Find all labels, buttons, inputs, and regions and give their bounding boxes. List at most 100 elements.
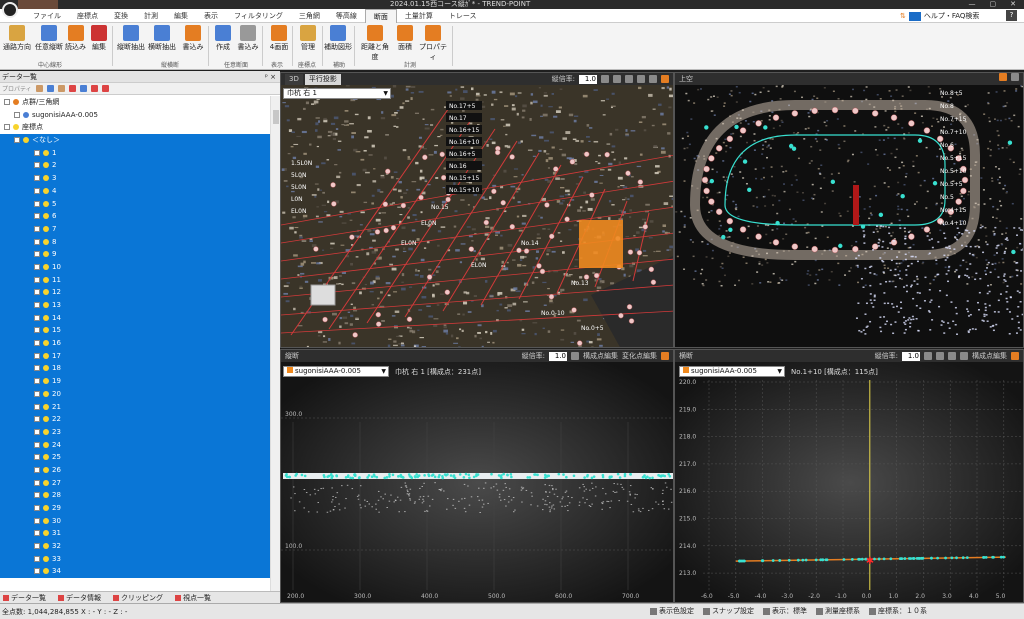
visibility-checkbox[interactable] xyxy=(34,352,40,359)
status-tool[interactable]: 表示：標準 xyxy=(763,606,807,616)
tree-point-item[interactable]: 19 xyxy=(0,375,270,388)
tree-point-item[interactable]: 26 xyxy=(0,463,270,477)
visibility-checkbox[interactable] xyxy=(34,187,40,194)
ribbon-button[interactable]: 通路方向 xyxy=(2,25,32,52)
close-button[interactable]: ✕ xyxy=(1010,0,1016,9)
menu-tab[interactable]: 等高線 xyxy=(328,9,365,23)
tree-point-item[interactable]: 17 xyxy=(0,349,270,363)
tree-point-item[interactable]: 3 xyxy=(0,172,270,185)
visibility-checkbox[interactable] xyxy=(34,479,40,486)
help-button[interactable]: ? xyxy=(1006,10,1017,21)
tree-point-item[interactable]: 5 xyxy=(0,197,270,211)
menu-tab[interactable]: 断面 xyxy=(364,9,397,23)
copy-icon[interactable] xyxy=(90,85,98,92)
tree-point-item[interactable]: 27 xyxy=(0,476,270,490)
visibility-checkbox[interactable] xyxy=(34,466,40,473)
menu-tab[interactable]: 三角網 xyxy=(291,9,328,23)
visibility-checkbox[interactable] xyxy=(34,302,40,308)
cross-section-profile[interactable]: 220.0219.0218.0217.0216.0215.0214.0213.0… xyxy=(675,362,1024,603)
home-icon[interactable] xyxy=(571,352,579,360)
move-icon[interactable] xyxy=(79,85,87,92)
ribbon-button[interactable]: 管理 xyxy=(296,25,320,52)
tree-point-item[interactable]: 4 xyxy=(0,184,270,198)
view-icon[interactable] xyxy=(613,75,621,83)
visibility-checkbox[interactable] xyxy=(34,454,40,461)
menu-tab[interactable]: 計測 xyxy=(136,9,166,23)
view-top[interactable]: 上空 No.8+5 No.8 No.7+15 No.7+10 No.6 No.5+15 No… xyxy=(674,72,1024,348)
visibility-checkbox[interactable] xyxy=(4,124,10,131)
quick-access-toolbar[interactable] xyxy=(18,0,58,9)
cross-data-select[interactable]: sugonisiAAA-0.005 ▼ xyxy=(679,366,785,377)
close-icon[interactable] xyxy=(1011,73,1019,81)
visibility-checkbox[interactable] xyxy=(34,200,40,207)
tree-point-item[interactable]: 24 xyxy=(0,438,270,452)
panel-pin-close[interactable]: ᵖ × xyxy=(265,71,276,83)
menu-tab[interactable]: 変換 xyxy=(106,9,136,23)
ribbon-button[interactable]: プロパティ xyxy=(418,25,448,62)
tree-point-item[interactable]: 11 xyxy=(0,273,270,287)
tree-pointcloud-group[interactable]: 点群/三角網 xyxy=(0,96,270,109)
help-search[interactable]: ⇅ ヘルプ・FAQ検索 xyxy=(900,11,979,21)
ribbon-button[interactable]: 距離と角度 xyxy=(358,25,392,62)
ribbon-button[interactable]: 書込み xyxy=(236,25,260,52)
vertical-scale-input[interactable]: 1.0 xyxy=(549,351,567,361)
tree-point-item[interactable]: 2 xyxy=(0,159,270,173)
scroll-thumb[interactable] xyxy=(273,110,279,124)
tree-point-item[interactable]: 7 xyxy=(0,222,270,236)
tab-3d[interactable]: 3D xyxy=(285,74,303,85)
visibility-checkbox[interactable] xyxy=(34,568,40,575)
expand-icon[interactable] xyxy=(101,85,109,92)
ribbon-button[interactable]: 読込み xyxy=(63,25,88,52)
tree-point-item[interactable]: 8 xyxy=(0,235,270,249)
visibility-checkbox[interactable] xyxy=(34,340,40,347)
visibility-checkbox[interactable] xyxy=(34,314,40,321)
visibility-checkbox[interactable] xyxy=(34,390,40,397)
station-select[interactable]: 巾杭 右 1 ▼ xyxy=(283,88,391,99)
app-logo-icon[interactable] xyxy=(2,2,18,18)
tree-coord-group[interactable]: 座標点 xyxy=(0,121,270,134)
visibility-checkbox[interactable] xyxy=(14,137,20,144)
menu-tab[interactable]: トレース xyxy=(441,9,485,23)
settings-icon[interactable] xyxy=(999,73,1007,81)
view-icon[interactable] xyxy=(625,75,633,83)
visibility-checkbox[interactable] xyxy=(34,403,40,410)
visibility-checkbox[interactable] xyxy=(34,175,40,182)
visibility-checkbox[interactable] xyxy=(14,111,20,118)
ribbon-button[interactable]: 編集 xyxy=(88,25,110,52)
panel-tab[interactable]: クリッピング xyxy=(113,593,163,603)
visibility-checkbox[interactable] xyxy=(34,251,40,258)
tree-point-item[interactable]: 29 xyxy=(0,502,270,515)
visibility-checkbox[interactable] xyxy=(34,378,40,385)
visibility-checkbox[interactable] xyxy=(34,492,40,499)
color-icon[interactable] xyxy=(68,85,76,92)
panel-tab[interactable]: データ一覧 xyxy=(3,593,46,603)
visibility-checkbox[interactable] xyxy=(34,276,40,283)
status-tool[interactable]: スナップ設定 xyxy=(703,606,754,616)
change-point-edit-tool[interactable]: 変化点編集 xyxy=(622,350,657,362)
menu-tab[interactable]: 編集 xyxy=(166,9,196,23)
view-3d[interactable]: 3D 平行投影 縦倍率: 1.0 No.17+5 No.17 No.16+15 No.1… xyxy=(280,72,674,348)
tree-point-item[interactable]: 30 xyxy=(0,514,270,528)
visibility-checkbox[interactable] xyxy=(34,505,40,511)
settings-icon[interactable] xyxy=(1011,352,1019,360)
visibility-checkbox[interactable] xyxy=(34,416,40,423)
visibility-checkbox[interactable] xyxy=(34,238,40,245)
edit-icon[interactable] xyxy=(46,85,54,92)
visibility-checkbox[interactable] xyxy=(34,517,40,524)
tree-point-item[interactable]: 25 xyxy=(0,451,270,464)
visibility-checkbox[interactable] xyxy=(34,149,40,156)
visibility-checkbox[interactable] xyxy=(34,225,40,232)
prev-icon[interactable] xyxy=(936,352,944,360)
visibility-checkbox[interactable] xyxy=(4,99,10,105)
tree-point-item[interactable]: 1 xyxy=(0,146,270,160)
minimize-button[interactable]: — xyxy=(969,0,976,9)
menu-tab[interactable]: 座標点 xyxy=(69,9,106,23)
ribbon-button[interactable]: 面積 xyxy=(394,25,416,52)
visibility-checkbox[interactable] xyxy=(34,263,40,270)
visibility-checkbox[interactable] xyxy=(34,365,40,372)
view-cube[interactable] xyxy=(310,284,336,306)
maximize-button[interactable]: ▢ xyxy=(990,0,997,9)
tree-point-item[interactable]: 12 xyxy=(0,286,270,299)
menu-tab[interactable]: フィルタリング xyxy=(226,9,291,23)
status-tool[interactable]: 測量座標系 xyxy=(816,606,860,616)
